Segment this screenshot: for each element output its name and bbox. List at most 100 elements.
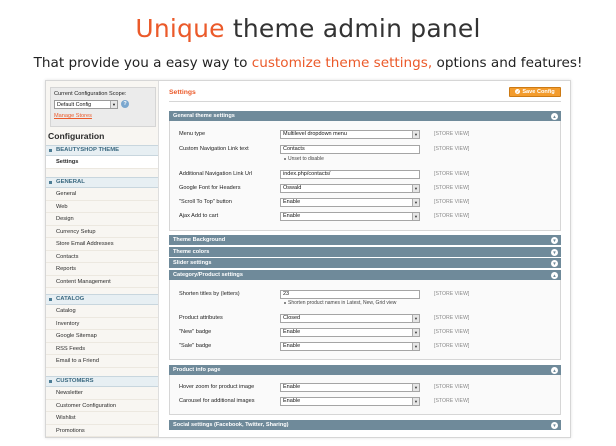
nav-section-beautyshop: BEAUTYSHOP THEME Settings	[46, 145, 158, 169]
sidebar-item-newsletter[interactable]: Newsletter	[46, 387, 158, 400]
section-header-slider[interactable]: Slider settings ▼	[169, 258, 561, 268]
shorten-titles-input[interactable]: 23	[280, 290, 420, 299]
product-attributes-select[interactable]: Closed ▼	[280, 314, 420, 323]
setting-row-scroll-top: "Scroll To Top" button Enable ▼ [STORE VI…	[179, 198, 470, 207]
setting-row-hover-zoom: Hover zoom for product image Enable ▼ [ST…	[179, 383, 470, 392]
sidebar-item-customer-configuration[interactable]: Customer Configuration	[46, 400, 158, 412]
nav-link-url-input[interactable]: index.php/contacts/	[280, 170, 420, 179]
chevron-down-icon: ▼	[412, 343, 419, 350]
hero-title-accent: Unique	[135, 14, 225, 43]
help-icon[interactable]: ?	[121, 100, 129, 108]
nav-section-header[interactable]: GENERAL	[46, 177, 158, 188]
nav-section-header[interactable]: BEAUTYSHOP THEME	[46, 145, 158, 156]
nav-section-general: GENERAL General Web Design Currency Setu…	[46, 177, 158, 288]
nav-section-header[interactable]: CUSTOMERS	[46, 376, 158, 387]
hero-subtitle-accent: customize theme settings,	[251, 55, 433, 71]
bullet-icon	[284, 157, 286, 160]
sidebar-item-catalog[interactable]: Catalog	[46, 305, 158, 318]
bullet-icon	[284, 301, 286, 304]
chevron-up-icon[interactable]: ▲	[551, 366, 558, 374]
nav-section-catalog: CATALOG Catalog Inventory Google Sitemap…	[46, 294, 158, 368]
setting-row-shorten-titles: Shorten titles by (letters) 23 [STORE VI…	[179, 290, 470, 299]
admin-panel: Current Configuration Scope: Default Con…	[45, 80, 571, 438]
title-divider	[169, 101, 561, 102]
scroll-top-select[interactable]: Enable ▼	[280, 198, 420, 207]
scope-select-value: Default Config	[57, 102, 92, 108]
setting-row-product-attributes: Product attributes Closed ▼ [STORE VIEW]	[179, 314, 470, 323]
chevron-down-icon[interactable]: ▼	[551, 236, 558, 244]
chevron-down-icon: ▼	[412, 199, 419, 206]
new-badge-select[interactable]: Enable ▼	[280, 328, 420, 337]
sidebar-item-google-sitemap[interactable]: Google Sitemap	[46, 330, 158, 343]
setting-row-header-font: Google Font for Headers Oswald ▼ [STORE V…	[179, 184, 470, 193]
section-body-general: Menu type Multilevel dropdown menu ▼ [STO…	[169, 121, 561, 231]
bullet-icon	[49, 298, 52, 301]
hero-subtitle: That provide you a easy way to customize…	[0, 55, 616, 71]
section-body-product-info: Hover zoom for product image Enable ▼ [ST…	[169, 375, 561, 415]
scope-label: Current Configuration Scope:	[54, 91, 127, 97]
sidebar-item-promotions[interactable]: Promotions	[46, 425, 158, 437]
setting-row-ajax-cart: Ajax Add to cart Enable ▼ [STORE VIEW]	[179, 212, 470, 221]
chevron-down-icon[interactable]: ▼	[551, 248, 558, 256]
sidebar-item-contacts[interactable]: Contacts	[46, 251, 158, 263]
field-note: Unset to disable	[284, 156, 324, 162]
chevron-down-icon[interactable]: ▼	[551, 421, 558, 429]
setting-row-nav-link-url: Additional Navigation Link Url index.php…	[179, 170, 470, 179]
nav-link-text-input[interactable]: Contacts	[280, 145, 420, 154]
sidebar-item-settings[interactable]: Settings	[46, 156, 158, 169]
save-config-button[interactable]: ✓ Save Config	[509, 87, 561, 97]
header-font-select[interactable]: Oswald ▼	[280, 184, 420, 193]
sidebar-item-general[interactable]: General	[46, 188, 158, 201]
sale-badge-select[interactable]: Enable ▼	[280, 342, 420, 351]
menu-type-select[interactable]: Multilevel dropdown menu ▼	[280, 130, 420, 139]
scope-switcher: Current Configuration Scope: Default Con…	[50, 87, 156, 127]
settings-main: Settings ✓ Save Config General theme sett…	[159, 81, 570, 437]
check-icon: ✓	[515, 89, 521, 95]
section-header-social[interactable]: Social settings (Facebook, Twitter, Shar…	[169, 420, 561, 430]
nav-section-customers: CUSTOMERS Newsletter Customer Configurat…	[46, 376, 158, 437]
chevron-down-icon: ▼	[412, 398, 419, 405]
ajax-cart-select[interactable]: Enable ▼	[280, 212, 420, 221]
chevron-down-icon: ▼	[412, 329, 419, 336]
section-header-category[interactable]: Category/Product settings ▲	[169, 270, 561, 280]
setting-row-nav-link-text: Custom Navigation Link text Contacts [ST…	[179, 145, 470, 154]
section-header-theme-background[interactable]: Theme Background ▼	[169, 235, 561, 245]
bullet-icon	[49, 181, 52, 184]
sidebar-item-store-email[interactable]: Store Email Addresses	[46, 238, 158, 251]
chevron-down-icon: ▼	[412, 213, 419, 220]
page-title: Settings	[169, 89, 196, 96]
section-body-category: Shorten titles by (letters) 23 [STORE VI…	[169, 280, 561, 360]
bullet-icon	[49, 149, 52, 152]
scope-select[interactable]: Default Config ▼	[54, 100, 118, 109]
section-header-general[interactable]: General theme settings ▲	[169, 111, 561, 121]
sidebar-item-web[interactable]: Web	[46, 201, 158, 213]
chevron-down-icon: ▼	[412, 185, 419, 192]
sidebar-item-currency-setup[interactable]: Currency Setup	[46, 226, 158, 238]
bullet-icon	[49, 380, 52, 383]
chevron-down-icon: ▼	[412, 315, 419, 322]
sidebar-item-inventory[interactable]: Inventory	[46, 318, 158, 330]
configuration-title: Configuration	[48, 131, 105, 141]
nav-section-header[interactable]: CATALOG	[46, 294, 158, 305]
chevron-down-icon: ▼	[110, 101, 117, 108]
sidebar-item-reports[interactable]: Reports	[46, 263, 158, 276]
hero-title-rest: theme admin panel	[224, 14, 481, 43]
section-header-theme-colors[interactable]: Theme colors ▼	[169, 247, 561, 257]
sidebar-item-wishlist[interactable]: Wishlist	[46, 412, 158, 425]
hover-zoom-select[interactable]: Enable ▼	[280, 383, 420, 392]
sidebar-item-email-friend[interactable]: Email to a Friend	[46, 355, 158, 368]
manage-stores-link[interactable]: Manage Stores	[54, 113, 92, 119]
setting-row-carousel: Carousel for additional images Enable ▼ […	[179, 397, 470, 406]
setting-row-sale-badge: "Sale" badge Enable ▼ [STORE VIEW]	[179, 342, 470, 351]
chevron-down-icon[interactable]: ▼	[551, 259, 558, 267]
sidebar-item-rss-feeds[interactable]: RSS Feeds	[46, 343, 158, 355]
chevron-up-icon[interactable]: ▲	[551, 112, 558, 120]
chevron-up-icon[interactable]: ▲	[551, 271, 558, 279]
section-header-product-info[interactable]: Product info page ▲	[169, 365, 561, 375]
setting-row-new-badge: "New" badge Enable ▼ [STORE VIEW]	[179, 328, 470, 337]
sidebar-item-design[interactable]: Design	[46, 213, 158, 226]
setting-row-menu-type: Menu type Multilevel dropdown menu ▼ [STO…	[179, 130, 470, 139]
carousel-select[interactable]: Enable ▼	[280, 397, 420, 406]
field-note: Shorten product names in Latest, New, Gr…	[284, 300, 396, 306]
sidebar-item-content-management[interactable]: Content Management	[46, 276, 158, 288]
